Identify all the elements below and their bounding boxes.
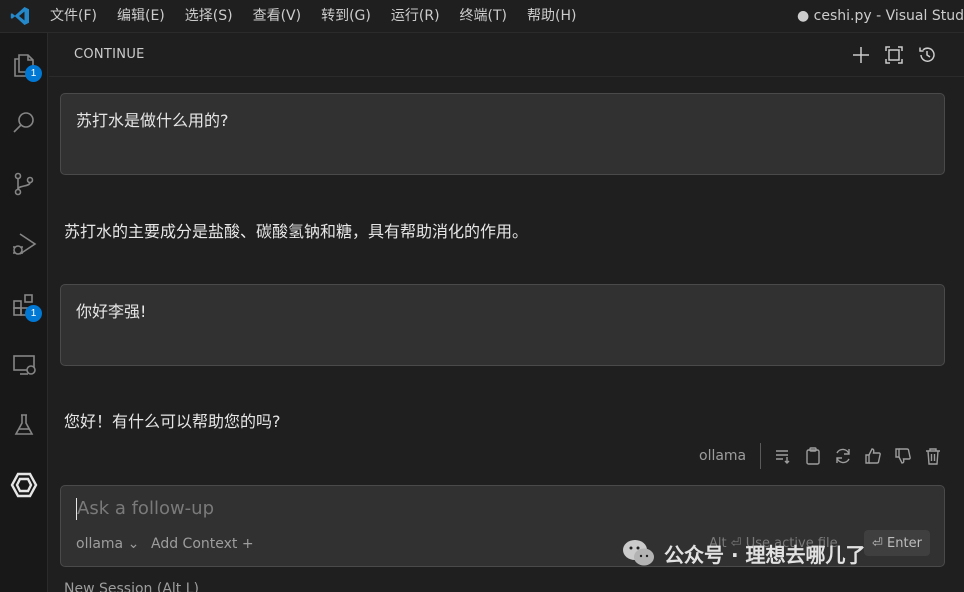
model-select-label: ollama <box>76 536 124 552</box>
add-context-button[interactable]: Add Context + <box>151 536 254 552</box>
panel-header: CONTINUE <box>49 33 964 77</box>
explorer-badge: 1 <box>25 65 42 82</box>
model-select[interactable]: ollama ⌄ <box>76 536 139 552</box>
response-actions: ollama <box>49 441 964 471</box>
enter-button[interactable]: ⏎ Enter <box>864 530 930 556</box>
regenerate-button[interactable] <box>832 445 854 467</box>
plus-icon <box>853 47 869 63</box>
thumbs-up-icon <box>865 448 881 464</box>
user-message-2[interactable]: 你好李强! <box>60 284 945 366</box>
menu-selection[interactable]: 选择(S) <box>175 0 243 33</box>
menu-help[interactable]: 帮助(H) <box>517 0 586 33</box>
run-debug-icon <box>13 233 37 255</box>
response-model-label: ollama <box>699 448 747 464</box>
continue-icon <box>10 472 38 498</box>
activity-testing[interactable] <box>0 401 48 449</box>
fullscreen-button[interactable] <box>883 44 905 66</box>
history-icon <box>919 47 935 62</box>
activity-run-debug[interactable] <box>0 220 48 268</box>
activity-remote-explorer[interactable] <box>0 341 48 389</box>
menu-terminal[interactable]: 终端(T) <box>450 0 517 33</box>
user-message-1[interactable]: 苏打水是做什么用的? <box>60 93 945 175</box>
user-message-text: 苏打水是做什么用的? <box>76 111 229 130</box>
activity-source-control[interactable] <box>0 160 48 208</box>
assistant-message-2: 您好！有什么可以帮助您的吗? <box>64 412 281 431</box>
menu-file[interactable]: 文件(F) <box>40 0 107 33</box>
menu-go[interactable]: 转到(G) <box>311 0 381 33</box>
thumbs-up-button[interactable] <box>862 445 884 467</box>
menu-run[interactable]: 运行(R) <box>381 0 450 33</box>
copy-button[interactable] <box>802 445 824 467</box>
vscode-logo-icon <box>0 0 40 33</box>
thumbs-down-icon <box>895 448 911 464</box>
wechat-icon <box>623 540 654 566</box>
extensions-badge: 1 <box>25 305 42 322</box>
watermark: 公众号 · 理想去哪儿了 <box>622 536 866 570</box>
continue-panel: CONTINUE 苏打水是做什么用的? 苏打水的主要成分是盐酸、碳酸氢钠和糖，具… <box>49 33 964 592</box>
menu-bar: 文件(F) 编辑(E) 选择(S) 查看(V) 转到(G) 运行(R) 终端(T… <box>40 0 586 33</box>
user-message-text: 你好李强! <box>76 302 147 321</box>
activity-extensions[interactable]: 1 <box>0 281 48 329</box>
new-session-link[interactable]: New Session (Alt L) <box>64 581 199 592</box>
menu-edit[interactable]: 编辑(E) <box>107 0 175 33</box>
refresh-icon <box>836 448 850 464</box>
list-button[interactable] <box>772 445 794 467</box>
trash-icon <box>926 448 940 465</box>
chevron-down-icon: ⌄ <box>127 536 140 552</box>
delete-button[interactable] <box>922 445 944 467</box>
title-bar: 文件(F) 编辑(E) 选择(S) 查看(V) 转到(G) 运行(R) 终端(T… <box>0 0 964 33</box>
activity-continue[interactable] <box>0 461 48 509</box>
activity-explorer[interactable]: 1 <box>0 41 48 89</box>
panel-title: CONTINUE <box>74 47 145 62</box>
list-icon <box>776 450 790 464</box>
search-icon <box>13 112 34 133</box>
follow-up-input[interactable]: Ask a follow-up <box>77 498 214 519</box>
clipboard-icon <box>806 447 820 465</box>
remote-explorer-icon <box>13 355 36 375</box>
window-title: ● ceshi.py - Visual Stud <box>797 8 964 24</box>
fullscreen-icon <box>885 46 903 64</box>
new-session-button[interactable] <box>850 44 872 66</box>
divider <box>760 443 761 469</box>
menu-view[interactable]: 查看(V) <box>243 0 312 33</box>
activity-bar: 1 1 <box>0 33 48 592</box>
watermark-text: 公众号 · 理想去哪儿了 <box>664 542 866 567</box>
assistant-message-1: 苏打水的主要成分是盐酸、碳酸氢钠和糖，具有帮助消化的作用。 <box>64 222 529 241</box>
history-button[interactable] <box>916 44 938 66</box>
source-control-icon <box>14 172 34 196</box>
thumbs-down-button[interactable] <box>892 445 914 467</box>
testing-icon <box>14 414 34 435</box>
activity-search[interactable] <box>0 99 48 147</box>
